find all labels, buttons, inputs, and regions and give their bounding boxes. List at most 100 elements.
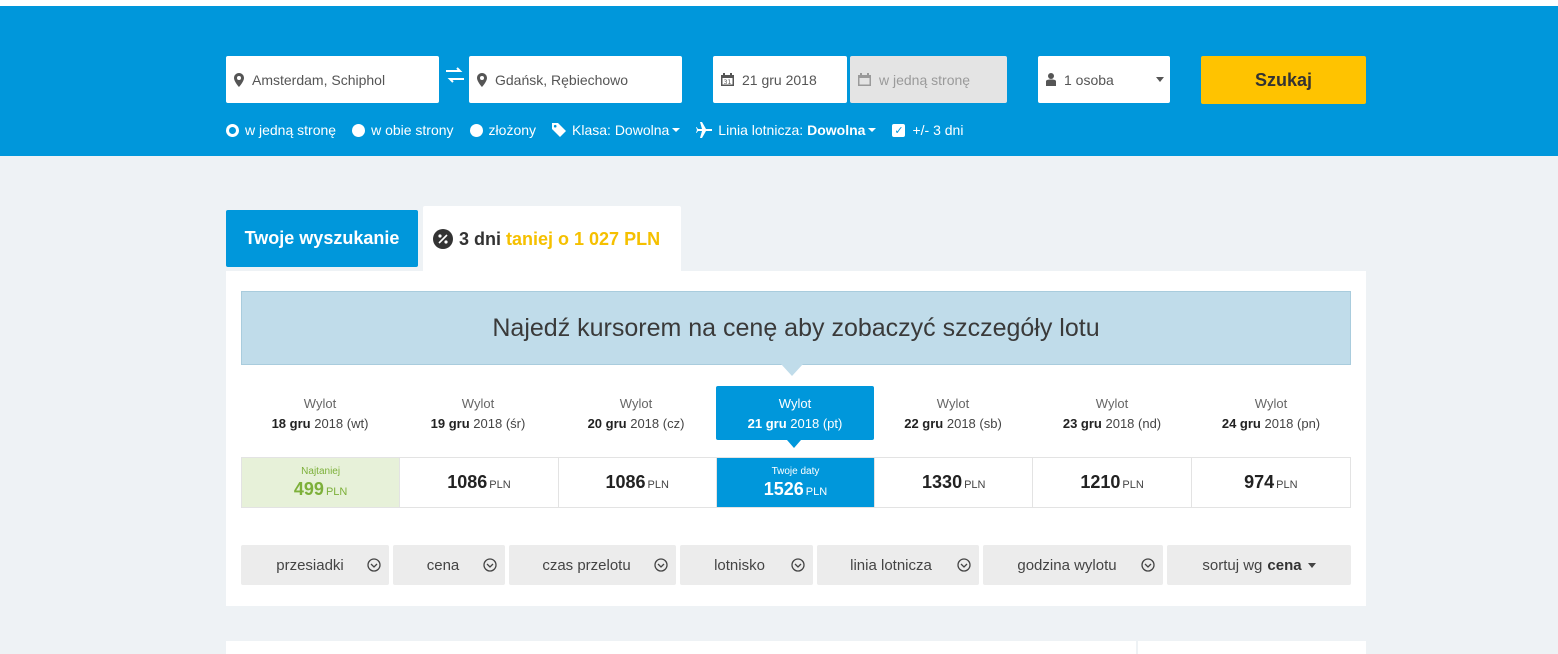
date-option[interactable]: Wylot 18 gru 2018 (wt) xyxy=(241,386,399,440)
filter-label: lotnisko xyxy=(714,556,765,574)
price-amount: 1086 PLN xyxy=(447,472,511,492)
price-cell[interactable]: 1086 PLN xyxy=(559,458,717,507)
checkbox-checked-icon[interactable]: ✓ xyxy=(892,123,906,137)
airplane-icon xyxy=(696,122,713,138)
class-dropdown[interactable]: Klasa: Dowolna xyxy=(552,122,681,138)
from-value: Amsterdam, Schiphol xyxy=(252,71,386,88)
tab-cheaper-dates[interactable]: 3 dni taniej o 1 027 PLN xyxy=(423,206,681,272)
price-cell[interactable]: 1210 PLN xyxy=(1033,458,1192,507)
date-label: Wylot xyxy=(1095,396,1129,411)
location-pin-icon xyxy=(226,72,252,87)
sidebar-card xyxy=(1138,641,1366,654)
depart-date-field[interactable]: 31 21 gru 2018 xyxy=(713,56,847,103)
price-cell[interactable]: 974 PLN xyxy=(1192,458,1350,507)
date-label: Wylot xyxy=(936,396,970,411)
airline-value: Dowolna xyxy=(807,122,866,138)
date-option[interactable]: Wylot 24 gru 2018 (pn) xyxy=(1192,386,1350,440)
your-dates-tag: Twoje daty xyxy=(771,465,820,477)
to-value: Gdańsk, Rębiechowo xyxy=(495,71,629,88)
depart-date-value: 21 gru 2018 xyxy=(742,71,817,88)
flex-days-checkbox[interactable]: ✓ +/- 3 dni xyxy=(892,122,963,138)
result-card xyxy=(226,641,1136,654)
tag-icon xyxy=(552,123,567,137)
date-label: Wylot xyxy=(619,396,653,411)
chevron-circle-down-icon xyxy=(1141,558,1155,572)
option-one-way-label: w jedną stronę xyxy=(245,122,337,138)
price-amount: 1526 PLN xyxy=(763,478,828,499)
search-options: w jedną stronę w obie strony złożony Kla… xyxy=(226,118,979,142)
tab-your-search[interactable]: Twoje wyszukanie xyxy=(226,210,418,267)
price-cell[interactable]: 1086 PLN xyxy=(400,458,559,507)
location-pin-icon xyxy=(469,72,495,87)
date-option[interactable]: Wylot 22 gru 2018 (sb) xyxy=(874,386,1032,440)
filter-airport[interactable]: lotnisko xyxy=(680,545,813,585)
from-field[interactable]: Amsterdam, Schiphol xyxy=(226,56,439,103)
cheaper-days: 3 dni xyxy=(459,228,502,249)
chevron-circle-down-icon xyxy=(654,558,668,572)
sort-label: sortuj wg xyxy=(1202,556,1263,574)
chevron-down-icon xyxy=(1156,77,1164,82)
filter-stops[interactable]: przesiadki xyxy=(241,545,389,585)
option-one-way[interactable]: w jedną stronę xyxy=(226,122,336,138)
chevron-circle-down-icon xyxy=(957,558,971,572)
filter-price[interactable]: cena xyxy=(393,545,505,585)
calendar-icon xyxy=(850,73,879,86)
search-button[interactable]: Szukaj xyxy=(1201,56,1366,104)
to-field[interactable]: Gdańsk, Rębiechowo xyxy=(469,56,682,103)
date-option[interactable]: Wylot 19 gru 2018 (śr) xyxy=(399,386,557,440)
radio-checked-icon[interactable] xyxy=(226,123,239,137)
date-option[interactable]: Wylot 20 gru 2018 (cz) xyxy=(557,386,715,440)
chevron-circle-down-icon xyxy=(367,558,381,572)
price-amount: 974 PLN xyxy=(1244,472,1298,492)
person-icon xyxy=(1038,73,1064,86)
sort-dropdown[interactable]: sortuj wg cena xyxy=(1167,545,1351,585)
price-cell[interactable]: 1330 PLN xyxy=(875,458,1034,507)
chevron-down-icon xyxy=(1307,562,1316,568)
airline-label: Linia lotnicza: xyxy=(718,122,804,138)
price-calendar-row: Najtaniej 499 PLN 1086 PLN 1086 PLN Twoje d… xyxy=(241,457,1351,508)
filter-label: godzina wylotu xyxy=(1017,556,1117,574)
airline-dropdown[interactable]: Linia lotnicza: Dowolna xyxy=(696,122,877,138)
date-value: 20 gru 2018 (cz) xyxy=(587,416,685,431)
price-cell-your-dates[interactable]: Twoje daty 1526 PLN xyxy=(716,458,876,507)
filter-label: przesiadki xyxy=(276,556,344,574)
date-label: Wylot xyxy=(778,396,812,411)
return-date-field[interactable]: w jedną stronę xyxy=(850,56,1007,103)
option-round-trip-label: w obie strony xyxy=(371,122,454,138)
price-amount: 499 PLN xyxy=(293,478,348,499)
return-date-placeholder: w jedną stronę xyxy=(879,71,971,88)
flex-days-label: +/- 3 dni xyxy=(912,122,964,138)
chevron-down-icon xyxy=(672,128,681,132)
date-value: 24 gru 2018 (pn) xyxy=(1221,416,1321,431)
filter-label: cena xyxy=(426,556,460,574)
option-round-trip[interactable]: w obie strony xyxy=(352,122,454,138)
selected-date-pointer xyxy=(787,440,801,448)
passengers-value: 1 osoba xyxy=(1064,71,1114,88)
chevron-down-icon xyxy=(868,128,877,132)
chevron-circle-down-icon xyxy=(791,558,805,572)
price-cell-cheapest[interactable]: Najtaniej 499 PLN xyxy=(242,458,401,507)
option-multi-city[interactable]: złożony xyxy=(469,122,537,138)
radio-icon[interactable] xyxy=(352,123,366,137)
svg-text:31: 31 xyxy=(724,79,732,86)
date-option[interactable]: Wylot 23 gru 2018 (nd) xyxy=(1033,386,1191,440)
filter-label: czas przelotu xyxy=(542,556,631,574)
hover-hint-banner: Najedź kursorem na cenę aby zobaczyć szc… xyxy=(241,291,1351,365)
price-amount: 1210 PLN xyxy=(1080,472,1144,492)
filter-airline[interactable]: linia lotnicza xyxy=(817,545,979,585)
swap-icon[interactable] xyxy=(444,66,466,88)
radio-icon[interactable] xyxy=(469,123,483,137)
date-label: Wylot xyxy=(1254,396,1288,411)
date-option-selected[interactable]: Wylot 21 gru 2018 (pt) xyxy=(716,386,874,440)
cheaper-amount: taniej o 1 027 PLN xyxy=(506,228,661,249)
option-multi-label: złożony xyxy=(488,122,537,138)
date-value: 23 gru 2018 (nd) xyxy=(1062,416,1162,431)
filter-departure-time[interactable]: godzina wylotu xyxy=(983,545,1163,585)
class-label: Klasa: Dowolna xyxy=(572,122,670,138)
date-value: 18 gru 2018 (wt) xyxy=(271,416,369,431)
date-value: 22 gru 2018 (sb) xyxy=(904,416,1002,431)
filter-label: linia lotnicza xyxy=(850,556,932,574)
filter-duration[interactable]: czas przelotu xyxy=(509,545,676,585)
date-label: Wylot xyxy=(303,396,337,411)
passengers-select[interactable]: 1 osoba xyxy=(1038,56,1170,103)
